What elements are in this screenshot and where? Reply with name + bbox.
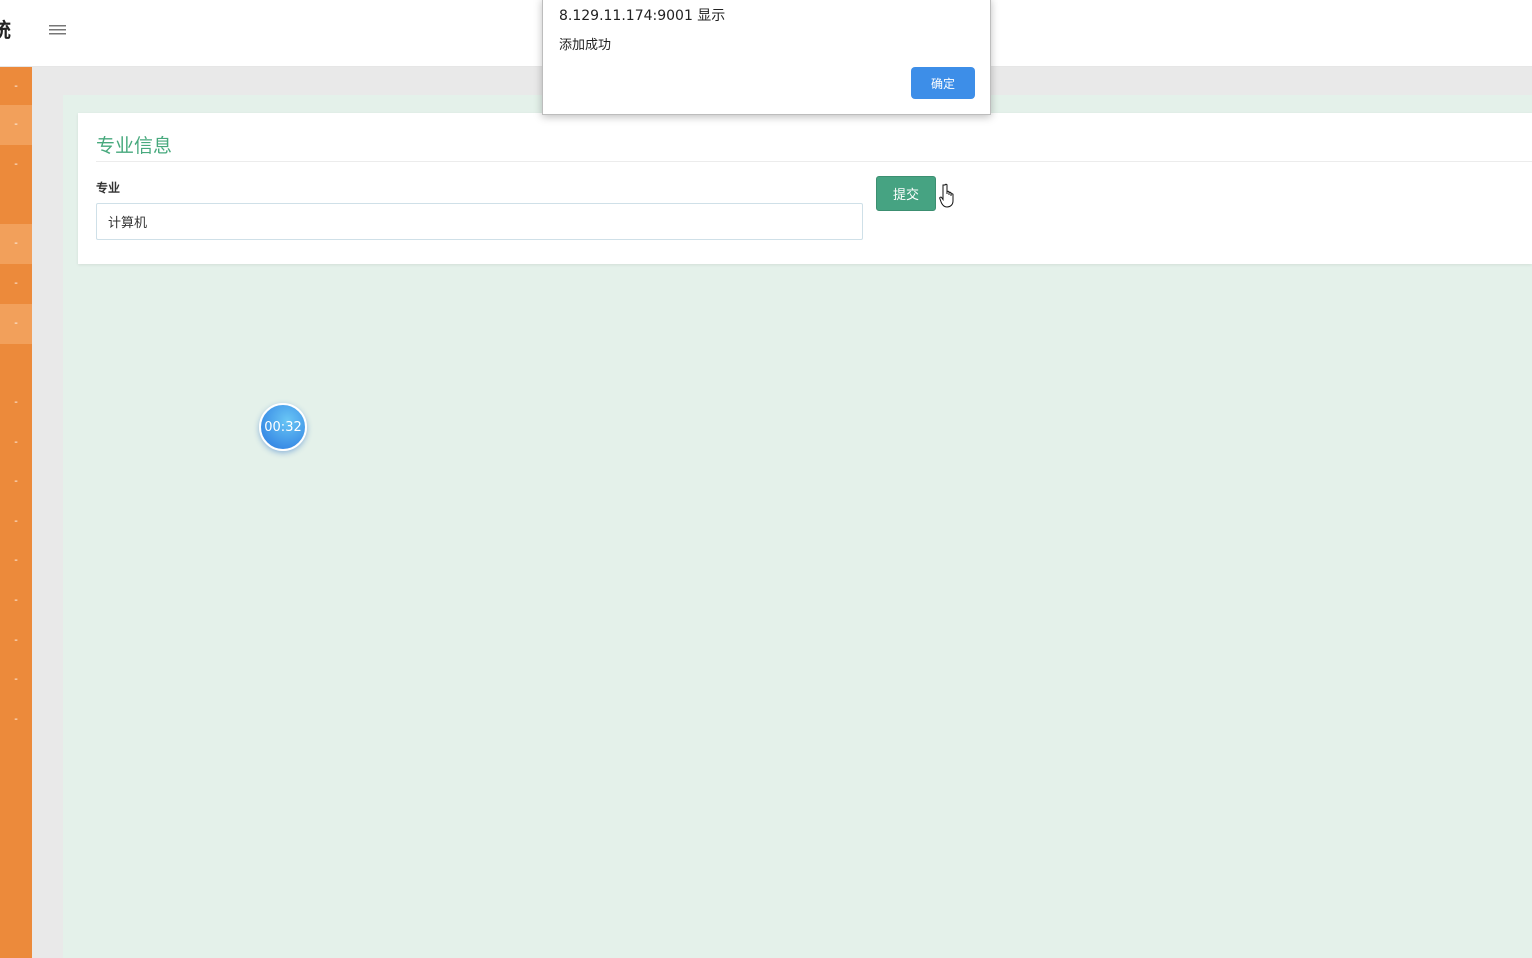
- sidebar-item-glyph: -: [14, 238, 18, 249]
- sidebar-item-glyph: -: [14, 476, 18, 487]
- sidebar-item-glyph: -: [14, 81, 18, 92]
- sidebar-item-glyph: -: [14, 635, 18, 646]
- sidebar-item-8[interactable]: -: [0, 423, 32, 463]
- recording-timer-badge[interactable]: 00:32: [259, 403, 307, 451]
- sidebar-item-12[interactable]: -: [0, 581, 32, 621]
- sidebar: - - - - - - - - - - - - - - -: [0, 67, 32, 958]
- hand-pointer-cursor-icon: [937, 183, 957, 209]
- sidebar-item-4[interactable]: -: [0, 224, 32, 264]
- sidebar-item-7[interactable]: -: [0, 383, 32, 423]
- form-card: 专业信息 专业 提交: [78, 113, 1532, 264]
- sidebar-item-glyph: -: [14, 595, 18, 606]
- dialog-title: 8.129.11.174:9001 显示: [559, 8, 726, 24]
- dialog-ok-button[interactable]: 确定: [911, 67, 975, 99]
- sidebar-item-glyph: -: [14, 119, 18, 130]
- sidebar-item-glyph: -: [14, 516, 18, 527]
- sidebar-item-glyph: -: [14, 437, 18, 448]
- sidebar-item-9[interactable]: -: [0, 462, 32, 502]
- page-title: 专业信息: [96, 135, 173, 157]
- major-input[interactable]: [96, 203, 863, 240]
- sidebar-item-glyph: -: [14, 714, 18, 725]
- sidebar-item-glyph: -: [14, 555, 18, 566]
- major-field-label: 专业: [96, 181, 121, 195]
- sidebar-item-5[interactable]: -: [0, 264, 32, 304]
- sidebar-item-glyph: -: [14, 674, 18, 685]
- sidebar-item-glyph: -: [14, 397, 18, 408]
- alert-dialog: 8.129.11.174:9001 显示 添加成功 确定: [542, 0, 991, 115]
- sidebar-item-10[interactable]: -: [0, 502, 32, 542]
- sidebar-item-13[interactable]: -: [0, 621, 32, 661]
- sidebar-item-3[interactable]: -: [0, 145, 32, 185]
- app-title-fragment: 统: [0, 18, 11, 42]
- sidebar-item-14[interactable]: -: [0, 660, 32, 700]
- sidebar-item-15[interactable]: -: [0, 700, 32, 740]
- sidebar-item-11[interactable]: -: [0, 541, 32, 581]
- timer-text: 00:32: [264, 419, 302, 435]
- sidebar-item-1[interactable]: -: [0, 67, 32, 107]
- dialog-message: 添加成功: [559, 38, 612, 53]
- sidebar-item-glyph: -: [14, 278, 18, 289]
- sidebar-item-glyph: -: [14, 318, 18, 329]
- sidebar-item-2[interactable]: -: [0, 105, 32, 145]
- hamburger-menu-icon[interactable]: [48, 22, 68, 38]
- title-divider: [96, 161, 1532, 162]
- sidebar-item-glyph: -: [14, 159, 18, 170]
- sidebar-item-6[interactable]: -: [0, 304, 32, 344]
- submit-button[interactable]: 提交: [876, 176, 936, 211]
